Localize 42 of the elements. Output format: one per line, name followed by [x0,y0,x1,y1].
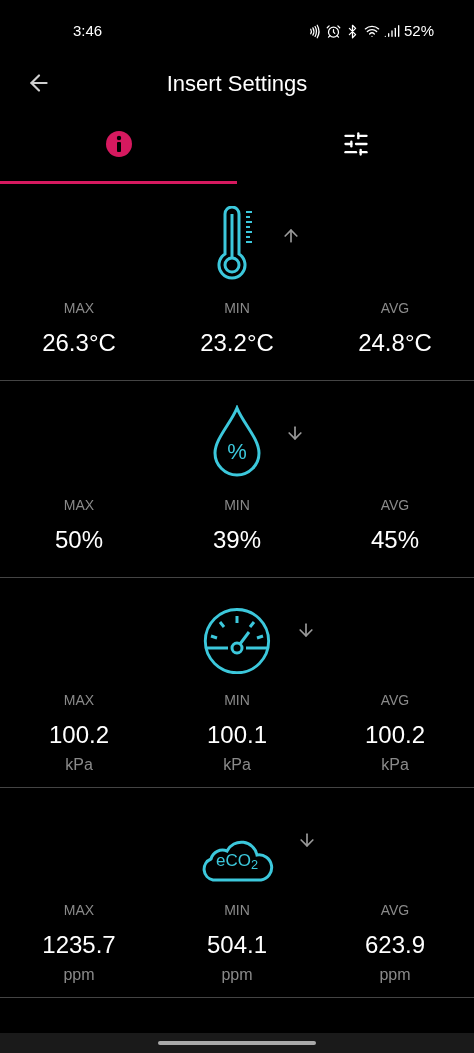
stat-value: 24.8°C [358,331,432,355]
page-title: Insert Settings [166,69,308,98]
water-drop-icon [211,405,263,479]
signal-icon [383,23,400,39]
stat-label: MIN [224,691,250,710]
stat-label: MIN [224,299,250,318]
stat-value: 100.2 [364,723,426,747]
stat-unit: ppm [379,965,411,985]
wifi-icon [363,23,380,39]
info-icon [104,129,133,158]
stat-label: MAX [63,496,95,515]
stat-unit: kPa [223,755,251,775]
stat-unit: kPa [381,755,409,775]
status-time: 3:46 [73,20,103,41]
stat-label: MAX [63,691,95,710]
home-handle[interactable] [158,1041,316,1045]
stat-label: MAX [63,299,95,318]
stat-unit: ppm [63,965,95,985]
cloud-label: eCO$_{2}$ [214,852,260,869]
stat-value: 1235.7 [42,933,116,957]
drop-symbol: % [226,441,248,463]
sliders-icon [341,129,370,158]
stat-label: MAX [63,901,95,920]
stat-label: MIN [224,496,250,515]
stat-value: 26.3°C [42,331,116,355]
stat-value: 100.2 [48,723,110,747]
stat-unit: kPa [65,755,93,775]
stat-value: 23.2°C [200,331,274,355]
stat-label: AVG [380,691,410,710]
stat-unit: ppm [221,965,253,985]
stat-value: 504.1 [206,933,268,957]
stat-label: AVG [380,901,410,920]
battery-level: 52% [403,20,434,41]
stat-value: 623.9 [364,933,426,957]
stat-value: 100.1 [206,723,268,747]
stat-label: MIN [224,901,250,920]
stat-value: 45% [370,528,419,552]
stat-value: 50% [54,528,103,552]
stat-value: 39% [212,528,261,552]
stat-label: AVG [380,299,410,318]
alarm-icon [325,23,341,39]
stat-label: AVG [380,496,410,515]
